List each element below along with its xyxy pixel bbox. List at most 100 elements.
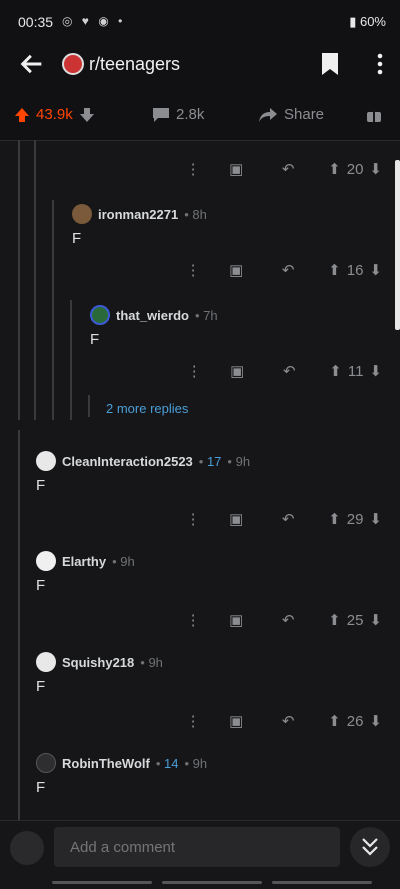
downvote-icon[interactable]: ⬇ [369, 510, 382, 528]
comment-body: F [36, 678, 46, 695]
upvote-icon[interactable]: ⬆ [328, 160, 341, 178]
username[interactable]: Squishy218 [62, 655, 134, 670]
collapse-threads-button[interactable] [350, 827, 390, 867]
user-avatar[interactable] [10, 831, 44, 865]
comment-more-icon[interactable]: ⋮ [176, 160, 210, 178]
bookmark-icon[interactable] [320, 52, 340, 76]
comments-count: 2.8k [176, 106, 205, 123]
upvote-icon[interactable]: ⬆ [328, 510, 341, 528]
award-icon[interactable]: ▣ [210, 261, 262, 279]
upvote-icon[interactable]: ⬆ [328, 611, 341, 629]
comment-actions: ⋮ ▣ ↶ ⬆ 25 ⬇ [176, 611, 382, 630]
battery-level: ▮ 60% [349, 14, 386, 29]
vote-count: 20 [346, 160, 364, 178]
downvote-icon[interactable]: ⬇ [369, 160, 382, 178]
comment-actions: ⋮ ▣ ↶ ⬆ 26 ⬇ [176, 712, 382, 731]
scrollbar[interactable] [395, 160, 400, 330]
comment-actions: ⋮ ▣ ↶ ⬆ 29 ⬇ [176, 510, 382, 529]
reply-icon[interactable]: ↶ [263, 362, 315, 380]
thread-line [88, 395, 90, 417]
post-score: 43.9k [36, 106, 73, 123]
double-chevron-down-icon [362, 838, 378, 856]
award-icon[interactable]: ▣ [210, 611, 262, 629]
share-icon [259, 107, 277, 122]
comment-body: F [72, 230, 82, 247]
comment-body: F [36, 477, 46, 494]
comment-more-icon[interactable]: ⋮ [176, 261, 210, 279]
username[interactable]: RobinTheWolf [62, 756, 150, 771]
award-icon[interactable]: ▣ [210, 510, 262, 528]
more-options-icon[interactable] [376, 52, 384, 76]
downvote-icon[interactable]: ⬇ [369, 611, 382, 629]
vote-count: 11 [347, 362, 364, 380]
subreddit-name[interactable]: r/teenagers [89, 54, 180, 75]
add-comment-input[interactable] [54, 827, 340, 867]
reply-icon[interactable]: ↶ [262, 712, 314, 730]
comment-header: Squishy218 • 9h [36, 652, 163, 672]
reply-icon[interactable]: ↶ [262, 261, 314, 279]
comment-more-icon[interactable]: ⋮ [176, 611, 210, 629]
comment-body: F [36, 577, 46, 594]
downvote-icon[interactable]: ⬇ [369, 362, 382, 380]
comments-count-button[interactable]: 2.8k [152, 106, 204, 123]
nav-hint [272, 881, 372, 884]
avatar[interactable] [36, 551, 56, 571]
comment-header: ironman2271 • 8h [72, 204, 207, 224]
upvote-icon[interactable]: ⬆ [328, 261, 341, 279]
upvote-icon[interactable]: ⬆ [329, 362, 342, 380]
comment-age: • 9h [184, 755, 208, 771]
upvote-icon[interactable] [14, 107, 30, 123]
comment-header: that_wierdo • 7h [90, 305, 218, 325]
downvote-icon[interactable] [79, 107, 95, 123]
comment-votes: ⬆ 16 ⬇ [328, 261, 382, 280]
username[interactable]: CleanInteraction2523 [62, 454, 193, 469]
comment-age: • 8h [184, 206, 207, 222]
status-bar: 00:35 ◎ ♥ ◉ • ▮ 60% [0, 0, 400, 44]
comment-more-icon[interactable]: ⋮ [176, 712, 210, 730]
share-button[interactable]: Share [258, 106, 324, 123]
comment-more-icon[interactable]: ⋮ [176, 510, 210, 528]
reply-icon[interactable]: ↶ [262, 611, 314, 629]
avatar[interactable] [36, 753, 56, 773]
downvote-icon[interactable]: ⬇ [369, 261, 382, 279]
comment-age: • 7h [194, 307, 218, 323]
avatar[interactable] [90, 305, 110, 325]
thread-line [34, 140, 36, 420]
notification-icons: ◎ ♥ ◉ • [62, 14, 126, 28]
subreddit-avatar [62, 53, 84, 75]
award-icon[interactable]: ▣ [210, 712, 262, 730]
back-arrow-icon[interactable] [18, 50, 46, 78]
comment-thread: ⋮ ▣ ↶ ⬆ 20 ⬇ ironman2271 • 8h F ⋮ ▣ ↶ ⬆ 16 ⬇… [0, 140, 400, 820]
downvote-icon[interactable]: ⬇ [369, 712, 382, 730]
reply-icon[interactable]: ↶ [262, 160, 314, 178]
avatar[interactable] [36, 451, 56, 471]
username[interactable]: that_wierdo [116, 308, 189, 323]
reply-icon[interactable]: ↶ [262, 510, 314, 528]
award-icon[interactable] [366, 107, 382, 123]
share-label: Share [284, 106, 325, 123]
vote-count: 26 [346, 712, 364, 730]
comment-header: RobinTheWolf • 14 • 9h [36, 753, 207, 773]
comment-age: • 9h [112, 553, 135, 569]
avatar[interactable] [36, 652, 56, 672]
post-action-bar: 43.9k 2.8k Share [0, 90, 400, 141]
comment-karma: • 14 [155, 755, 179, 771]
header: r/teenagers [0, 44, 400, 90]
vote-count: 29 [346, 510, 364, 528]
username[interactable]: Elarthy [62, 554, 106, 569]
avatar[interactable] [72, 204, 92, 224]
upvote-icon[interactable]: ⬆ [328, 712, 341, 730]
comment-body: F [90, 331, 100, 348]
award-icon[interactable]: ▣ [210, 160, 262, 178]
comment-votes: ⬆ 25 ⬇ [328, 611, 382, 630]
more-replies-link[interactable]: 2 more replies [106, 401, 188, 416]
comment-composer [0, 820, 400, 889]
comment-more-icon[interactable]: ⋮ [177, 362, 211, 380]
vote-count: 16 [346, 261, 364, 279]
comment-actions: ⋮ ▣ ↶ ⬆ 20 ⬇ [176, 160, 382, 179]
username[interactable]: ironman2271 [98, 207, 178, 222]
comment-karma: • 17 [198, 453, 222, 469]
award-icon[interactable]: ▣ [211, 362, 263, 380]
comment-actions: ⋮ ▣ ↶ ⬆ 11 ⬇ [177, 362, 382, 381]
post-vote: 43.9k [14, 106, 95, 123]
